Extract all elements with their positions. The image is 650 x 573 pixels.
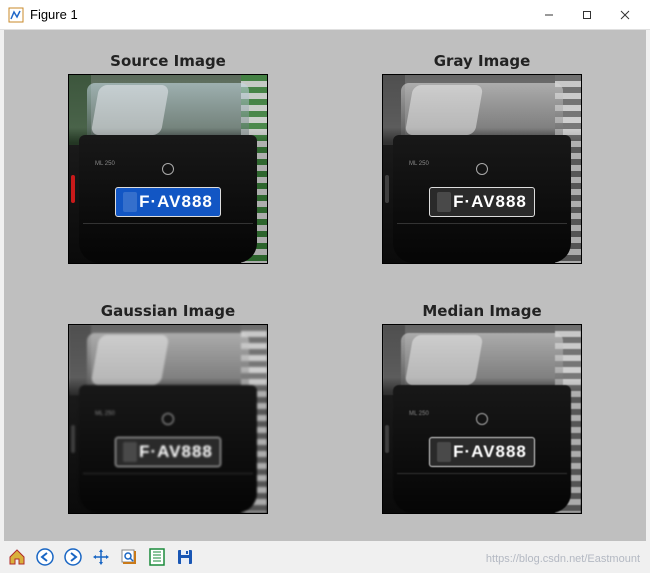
titlebar: Figure 1 <box>0 0 650 30</box>
maximize-button[interactable] <box>568 0 606 30</box>
app-icon <box>8 7 24 23</box>
subplot-title: Gray Image <box>434 52 531 70</box>
figure-canvas: Source Image ML 250 F·AV888 Gray Image <box>4 30 646 541</box>
license-plate: F·AV888 <box>115 437 221 467</box>
back-button[interactable] <box>32 544 58 570</box>
sliders-icon <box>147 547 167 567</box>
home-icon <box>7 547 27 567</box>
window-buttons <box>530 0 644 30</box>
subplot-title: Source Image <box>110 52 226 70</box>
zoom-icon <box>119 547 139 567</box>
plate-text: F·AV888 <box>453 442 527 462</box>
watermark-text: https://blog.csdn.net/Eastmount <box>486 553 640 565</box>
car-badge: ML 250 <box>95 161 115 167</box>
save-icon <box>175 547 195 567</box>
subplot-grid: Source Image ML 250 F·AV888 Gray Image <box>4 30 646 541</box>
subplots-button[interactable] <box>144 544 170 570</box>
close-button[interactable] <box>606 0 644 30</box>
subplot-image: ML 250 F·AV888 <box>382 324 582 514</box>
plate-text: F·AV888 <box>453 192 527 212</box>
license-plate: F·AV888 <box>429 437 535 467</box>
car-badge: ML 250 <box>409 161 429 167</box>
plate-text: F·AV888 <box>139 192 213 212</box>
car-emblem-icon <box>476 163 488 175</box>
subplot-gray: Gray Image ML 250 F·AV888 <box>356 52 608 270</box>
subplot-gaussian: Gaussian Image ML 250 F·AV888 <box>42 302 294 520</box>
subplot-image: ML 250 F·AV888 <box>382 74 582 264</box>
car-emblem-icon <box>162 163 174 175</box>
license-plate: F·AV888 <box>429 187 535 217</box>
subplot-image: ML 250 F·AV888 <box>68 324 268 514</box>
save-button[interactable] <box>172 544 198 570</box>
plate-text: F·AV888 <box>139 442 213 462</box>
arrow-left-icon <box>35 547 55 567</box>
subplot-median: Median Image ML 250 F·AV888 <box>356 302 608 520</box>
subplot-title: Gaussian Image <box>101 302 235 320</box>
arrow-right-icon <box>63 547 83 567</box>
car-emblem-icon <box>476 413 488 425</box>
license-plate: F·AV888 <box>115 187 221 217</box>
subplot-source: Source Image ML 250 F·AV888 <box>42 52 294 270</box>
move-icon <box>91 547 111 567</box>
subplot-title: Median Image <box>422 302 541 320</box>
car-badge: ML 250 <box>95 411 115 417</box>
zoom-button[interactable] <box>116 544 142 570</box>
car-badge: ML 250 <box>409 411 429 417</box>
forward-button[interactable] <box>60 544 86 570</box>
window-title: Figure 1 <box>30 7 530 22</box>
minimize-button[interactable] <box>530 0 568 30</box>
pan-button[interactable] <box>88 544 114 570</box>
subplot-image: ML 250 F·AV888 <box>68 74 268 264</box>
home-button[interactable] <box>4 544 30 570</box>
car-emblem-icon <box>162 413 174 425</box>
